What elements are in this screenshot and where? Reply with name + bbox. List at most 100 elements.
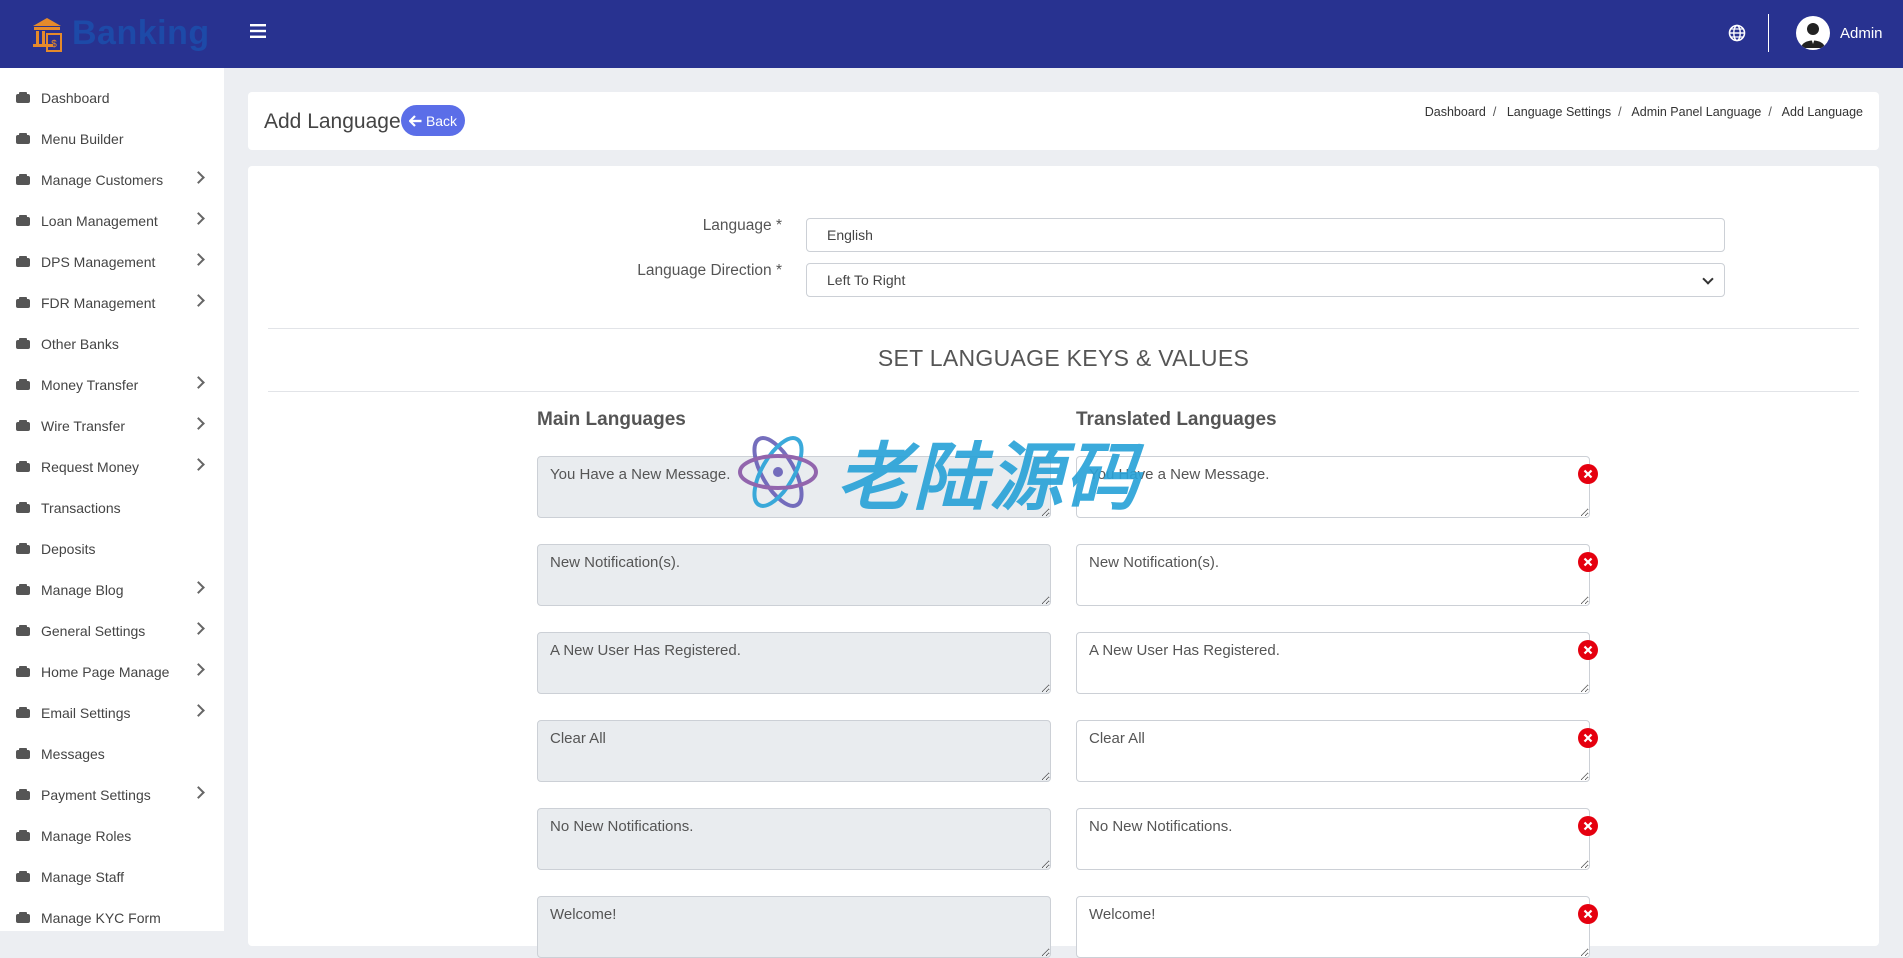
chevron-right-icon <box>192 212 205 225</box>
language-name-input[interactable] <box>806 218 1725 252</box>
language-label: Language * <box>702 217 782 234</box>
sidebar-item[interactable]: Transactions <box>0 487 224 528</box>
cogs-icon <box>15 624 33 638</box>
sidebar-item[interactable]: Home Page Manage <box>0 651 224 692</box>
sidebar-item-label: Manage Blog <box>41 581 124 598</box>
main-language-textarea[interactable] <box>537 456 1051 518</box>
sidebar-item[interactable]: FDR Management <box>0 282 224 323</box>
remove-row-button[interactable] <box>1578 464 1598 484</box>
sidebar-item[interactable]: DPS Management <box>0 241 224 282</box>
chevron-right-icon <box>192 171 205 184</box>
close-icon <box>1583 645 1593 655</box>
globe-icon[interactable] <box>1727 23 1747 43</box>
close-icon <box>1583 469 1593 479</box>
sidebar-item[interactable]: Menu Builder <box>0 118 224 159</box>
sidebar-item[interactable]: Payment Settings <box>0 774 224 815</box>
main-language-textarea[interactable] <box>537 808 1051 870</box>
breadcrumb-separator: / <box>1492 105 1497 119</box>
wallet-icon <box>15 419 33 433</box>
user-cog-icon <box>15 296 33 310</box>
sidebar-item-label: Wire Transfer <box>41 417 126 434</box>
translated-language-textarea[interactable] <box>1076 544 1590 606</box>
gauge-icon <box>15 91 33 105</box>
sidebar-item-label: Manage Roles <box>41 827 132 844</box>
translated-language-textarea[interactable] <box>1076 720 1590 782</box>
main-language-textarea[interactable] <box>537 544 1051 606</box>
chevron-right-icon <box>192 704 205 717</box>
sidebar-item[interactable]: General Settings <box>0 610 224 651</box>
translated-language-textarea[interactable] <box>1076 808 1590 870</box>
sidebar-item[interactable]: Manage Customers <box>0 159 224 200</box>
breadcrumb-language-settings[interactable]: Language Settings <box>1507 105 1611 119</box>
close-icon <box>1583 557 1593 567</box>
back-button[interactable]: Back <box>401 105 465 136</box>
user-menu[interactable]: Admin <box>1796 16 1883 50</box>
avatar <box>1796 16 1830 50</box>
sidebar-item[interactable]: Email Settings <box>0 692 224 733</box>
sidebar-item[interactable]: Manage Blog <box>0 569 224 610</box>
compass-icon <box>15 132 33 146</box>
blog-icon <box>15 583 33 597</box>
chevron-right-icon <box>192 786 205 799</box>
sidebar-item[interactable]: Other Banks <box>0 323 224 364</box>
back-button-label: Back <box>425 112 458 129</box>
remove-row-button[interactable] <box>1578 552 1598 572</box>
sidebar-item[interactable]: Messages <box>0 733 224 774</box>
user-name: Admin <box>1840 24 1883 42</box>
top-navbar: $ Banking Admin <box>0 0 1903 68</box>
main-language-textarea[interactable] <box>537 896 1051 958</box>
translated-language-textarea[interactable] <box>1076 632 1590 694</box>
main-language-textarea[interactable] <box>537 720 1051 782</box>
divider <box>268 328 1859 329</box>
sidebar-item-label: FDR Management <box>41 294 156 311</box>
sidebar-item-label: DPS Management <box>41 253 156 270</box>
section-title: SET LANGUAGE KEYS & VALUES <box>877 345 1250 371</box>
sidebar-item-label: Request Money <box>41 458 140 475</box>
institution-icon <box>15 337 33 351</box>
chevron-right-icon <box>192 417 205 430</box>
crop-icon <box>15 829 33 843</box>
chevron-right-icon <box>192 253 205 266</box>
translated-language-textarea[interactable] <box>1076 456 1590 518</box>
sidebar-item-label: Dashboard <box>41 89 110 106</box>
piggy-bank-icon <box>15 542 33 556</box>
chart-line-icon <box>15 501 33 515</box>
sidebar-item-label: Other Banks <box>41 335 119 352</box>
sidebar-item[interactable]: Manage Staff <box>0 856 224 897</box>
sidebar-item[interactable]: Money Transfer <box>0 364 224 405</box>
sidebar-item[interactable]: Wire Transfer <box>0 405 224 446</box>
main-language-textarea[interactable] <box>537 632 1051 694</box>
sidebar-item-label: Menu Builder <box>41 130 124 147</box>
sidebar: Dashboard Menu Builder Manage Customers Loa… <box>0 68 224 931</box>
language-direction-label: Language Direction * <box>637 262 782 279</box>
breadcrumb-dashboard[interactable]: Dashboard <box>1425 105 1486 119</box>
remove-row-button[interactable] <box>1578 728 1598 748</box>
sidebar-item-label: Home Page Manage <box>41 663 170 680</box>
sidebar-item[interactable]: Loan Management <box>0 200 224 241</box>
chevron-right-icon <box>192 622 205 635</box>
brand-logo[interactable]: $ Banking <box>30 14 210 53</box>
envelope-icon <box>15 706 33 720</box>
divider <box>268 391 1859 392</box>
chevron-right-icon <box>192 376 205 389</box>
sidebar-item[interactable]: Manage Roles <box>0 815 224 856</box>
remove-row-button[interactable] <box>1578 640 1598 660</box>
bank-icon <box>15 255 33 269</box>
sidebar-item[interactable]: Manage KYC Form <box>0 897 224 931</box>
breadcrumb-admin-panel-language[interactable]: Admin Panel Language <box>1631 105 1761 119</box>
sidebar-item-label: Email Settings <box>41 704 131 721</box>
chevron-down-icon <box>1702 273 1714 285</box>
remove-row-button[interactable] <box>1578 904 1598 924</box>
menu-toggle-icon[interactable] <box>250 20 272 42</box>
home-icon <box>15 665 33 679</box>
remove-row-button[interactable] <box>1578 816 1598 836</box>
sidebar-item[interactable]: Dashboard <box>0 77 224 118</box>
sidebar-item-label: General Settings <box>41 622 146 639</box>
language-direction-select[interactable]: Left To Right <box>806 263 1725 297</box>
language-form-card: Language * Language Direction * Left To … <box>248 166 1879 958</box>
coin-icon <box>15 460 33 474</box>
bank-logo-icon: $ <box>33 17 62 52</box>
sidebar-item[interactable]: Deposits <box>0 528 224 569</box>
sidebar-item[interactable]: Request Money <box>0 446 224 487</box>
translated-language-textarea[interactable] <box>1076 896 1590 958</box>
